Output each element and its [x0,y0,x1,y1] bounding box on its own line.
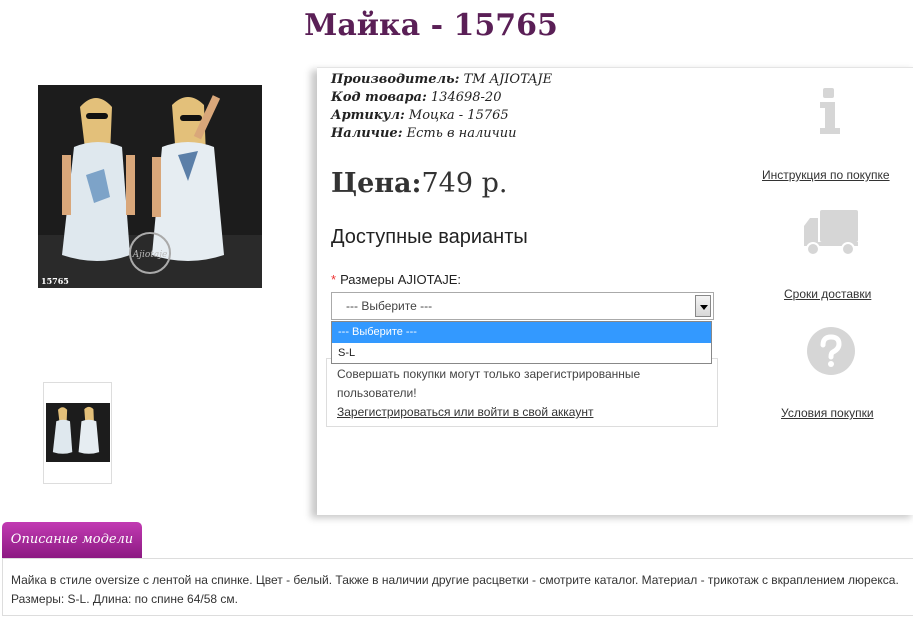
spec-stock: Наличие: Есть в наличии [331,126,517,141]
delivery-link[interactable]: Сроки доставки [784,287,871,301]
page-title: Майка - 15765 [304,8,558,43]
product-main-photo[interactable]: Ajiotaje 15765 [38,85,262,288]
info-icon[interactable] [818,88,842,139]
tab-description[interactable]: Описание модели [2,522,142,558]
size-option-placeholder[interactable]: --- Выберите --- [332,322,711,343]
instructions-link[interactable]: Инструкция по покупке [762,168,890,182]
size-label: * Размеры AJIOTAJE: [331,272,462,287]
description-box: Майка в стиле oversize с лентой на спинк… [2,558,913,616]
options-heading: Доступные варианты [331,226,528,248]
registration-notice: Совершать покупки могут только зарегистр… [326,358,718,427]
photo-code-label: 15765 [41,276,69,286]
size-select[interactable]: --- Выберите --- [331,292,714,320]
chevron-down-icon[interactable] [695,295,711,317]
spec-manufacturer: Производитель: TM AJIOTAJE [331,72,553,87]
spec-code: Код товара: 134698-20 [331,90,502,105]
product-thumbnail[interactable] [43,382,112,484]
terms-link[interactable]: Условия покупки [781,406,874,420]
description-text-line1: Майка в стиле oversize с лентой на спинк… [11,573,899,587]
notice-text-line1: Совершать покупки могут только зарегистр… [337,367,641,381]
truck-icon[interactable] [804,210,860,261]
size-option-s-l[interactable]: S-L [332,343,711,364]
description-text-line2: Размеры: S-L. Длина: по спине 64/58 см. [11,592,238,606]
size-dropdown-list[interactable]: --- Выберите --- S-L [331,321,712,364]
size-select-value: --- Выберите --- [346,299,433,313]
svg-text:Ajiotaje: Ajiotaje [132,250,168,260]
question-icon[interactable] [806,326,856,381]
notice-text-line2: пользователи! [337,386,417,400]
register-login-link[interactable]: Зарегистрироваться или войти в свой акка… [337,405,593,419]
spec-article: Артикул: Моцка - 15765 [331,108,509,123]
product-price: Цена:749 р. [331,168,508,199]
